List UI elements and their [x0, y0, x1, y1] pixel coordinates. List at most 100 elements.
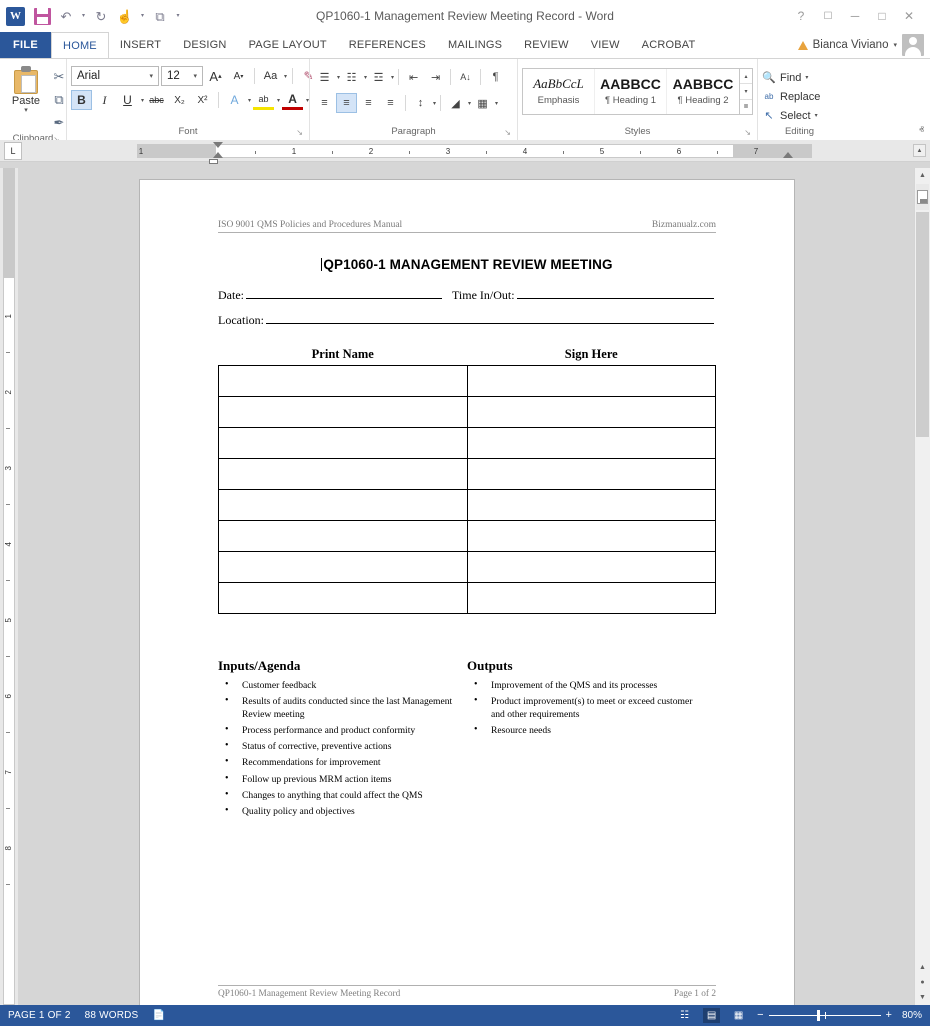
account-area[interactable]: Bianca Viviano ▾ [797, 32, 930, 58]
zoom-slider-handle[interactable] [816, 1010, 820, 1021]
shading-caret-icon[interactable]: ▾ [468, 100, 471, 107]
cell-sign-here[interactable] [466, 489, 716, 521]
font-size-input[interactable]: 12 ▾ [161, 66, 203, 86]
table-row[interactable] [218, 520, 716, 552]
style-emphasis[interactable]: AaBbCcL Emphasis [523, 69, 595, 114]
cell-print-name[interactable] [218, 520, 468, 552]
tab-insert[interactable]: INSERT [109, 32, 172, 58]
superscript-button[interactable]: X² [192, 90, 213, 110]
cell-print-name[interactable] [218, 396, 468, 428]
style-heading-2[interactable]: AABBCC ¶ Heading 2 [667, 69, 739, 114]
account-caret-icon[interactable]: ▾ [893, 41, 897, 49]
zoom-out-button[interactable]: − [757, 1010, 763, 1021]
ruler-track[interactable]: 1 1 2 3 4 5 6 7 [137, 142, 812, 164]
cell-sign-here[interactable] [466, 396, 716, 428]
cell-print-name[interactable] [218, 458, 468, 490]
touch-mode-icon[interactable]: ☝ [114, 5, 136, 27]
scroll-up-arrow-icon[interactable]: ▲ [913, 144, 926, 157]
document-canvas[interactable]: ISO 9001 QMS Policies and Procedures Man… [18, 168, 914, 1005]
bold-button[interactable]: B [71, 90, 92, 110]
table-row[interactable] [218, 427, 716, 459]
date-input-line[interactable] [246, 286, 442, 299]
zoom-level[interactable]: 80% [902, 1010, 922, 1021]
select-button[interactable]: ↖ Select ▾ [762, 107, 824, 124]
multilevel-list-icon[interactable]: ☲ [368, 67, 389, 87]
restore-button[interactable]: □ [869, 5, 895, 27]
undo-icon[interactable]: ↶ [55, 5, 77, 27]
cell-sign-here[interactable] [466, 582, 716, 614]
cell-print-name[interactable] [218, 582, 468, 614]
read-mode-button[interactable]: ☷ [676, 1008, 693, 1023]
page-indicator[interactable]: PAGE 1 OF 2 [8, 1010, 71, 1021]
cell-sign-here[interactable] [466, 520, 716, 552]
tab-design[interactable]: DESIGN [172, 32, 237, 58]
change-case-icon[interactable]: Aa [260, 66, 281, 86]
web-layout-button[interactable]: ▦ [730, 1008, 747, 1023]
save-icon[interactable] [31, 5, 53, 27]
tab-review[interactable]: REVIEW [513, 32, 580, 58]
hanging-indent-marker[interactable] [213, 152, 223, 158]
tab-mailings[interactable]: MAILINGS [437, 32, 513, 58]
font-dialog-launcher[interactable]: ↘ [296, 128, 303, 137]
multilevel-caret-icon[interactable]: ▾ [391, 74, 394, 81]
borders-caret-icon[interactable]: ▾ [495, 100, 498, 107]
bullets-caret-icon[interactable]: ▾ [337, 74, 340, 81]
help-icon[interactable]: ? [788, 5, 814, 27]
decrease-indent-icon[interactable]: ⇤ [403, 67, 424, 87]
shading-icon[interactable]: ◢ [445, 93, 466, 113]
subscript-button[interactable]: X₂ [169, 90, 190, 110]
cell-sign-here[interactable] [466, 458, 716, 490]
styles-more-icon[interactable]: ≣ [740, 100, 752, 114]
styles-scroll-up-icon[interactable]: ▴ [740, 69, 752, 85]
tab-home[interactable]: HOME [51, 32, 109, 58]
highlight-caret-icon[interactable]: ▾ [277, 97, 280, 104]
tab-file[interactable]: FILE [0, 32, 52, 58]
table-row[interactable] [218, 365, 716, 397]
font-name-caret-icon[interactable]: ▾ [146, 72, 156, 80]
underline-button[interactable]: U [117, 90, 138, 110]
time-input-line[interactable] [516, 286, 714, 299]
show-formatting-marks-icon[interactable]: ¶ [485, 67, 506, 87]
cell-sign-here[interactable] [466, 427, 716, 459]
first-line-indent-marker[interactable] [213, 142, 223, 148]
line-spacing-icon[interactable]: ↕ [410, 93, 431, 113]
text-effects-caret-icon[interactable]: ▾ [248, 97, 251, 104]
replace-button[interactable]: ab Replace [762, 88, 824, 105]
left-indent-marker[interactable] [209, 159, 218, 164]
numbering-icon[interactable]: ☷ [341, 67, 362, 87]
text-effects-icon[interactable]: A [224, 90, 245, 110]
touch-mode-dropdown-icon[interactable]: ▾ [138, 5, 147, 27]
align-left-icon[interactable]: ≡ [314, 93, 335, 113]
text-highlight-icon[interactable]: ab [253, 90, 275, 110]
collapse-ribbon-icon[interactable]: ⱏ [919, 125, 924, 136]
cell-sign-here[interactable] [466, 551, 716, 583]
tab-references[interactable]: REFERENCES [338, 32, 437, 58]
signature-table[interactable]: Print Name Sign Here [218, 346, 716, 614]
print-layout-button[interactable]: ▤ [703, 1008, 721, 1023]
vertical-scrollbar[interactable]: ▲ ▲ ● ▼ [914, 168, 930, 1005]
numbering-caret-icon[interactable]: ▾ [364, 74, 367, 81]
minimize-button[interactable]: ─ [842, 5, 868, 27]
cell-print-name[interactable] [218, 489, 468, 521]
tab-stop-selector[interactable]: L [4, 141, 22, 160]
zoom-slider-track[interactable] [768, 1010, 881, 1021]
font-name-input[interactable]: Arial ▾ [71, 66, 159, 86]
change-case-caret-icon[interactable]: ▾ [284, 73, 287, 80]
paste-button[interactable]: Paste ▾ [4, 64, 48, 133]
scrollbar-thumb[interactable] [916, 212, 929, 437]
ribbon-display-options-icon[interactable]: ☐ [815, 5, 841, 27]
select-browse-object-icon[interactable]: ● [915, 975, 930, 990]
borders-icon[interactable]: ▦ [472, 93, 493, 113]
find-caret-icon[interactable]: ▾ [805, 74, 808, 81]
tab-acrobat[interactable]: ACROBAT [631, 32, 707, 58]
horizontal-ruler[interactable]: L 1 1 2 3 4 5 6 7 ▲ [0, 140, 930, 164]
redo-icon[interactable]: ↻ [90, 5, 112, 27]
table-row[interactable] [218, 458, 716, 490]
right-indent-marker[interactable] [783, 152, 793, 158]
previous-page-icon[interactable]: ▲ [915, 960, 930, 975]
tab-page-layout[interactable]: PAGE LAYOUT [238, 32, 338, 58]
sort-icon[interactable]: A↓ [455, 67, 476, 87]
avatar[interactable] [902, 34, 924, 56]
close-button[interactable]: ✕ [896, 5, 922, 27]
copy-qat-icon[interactable]: ⧉ [149, 5, 171, 27]
